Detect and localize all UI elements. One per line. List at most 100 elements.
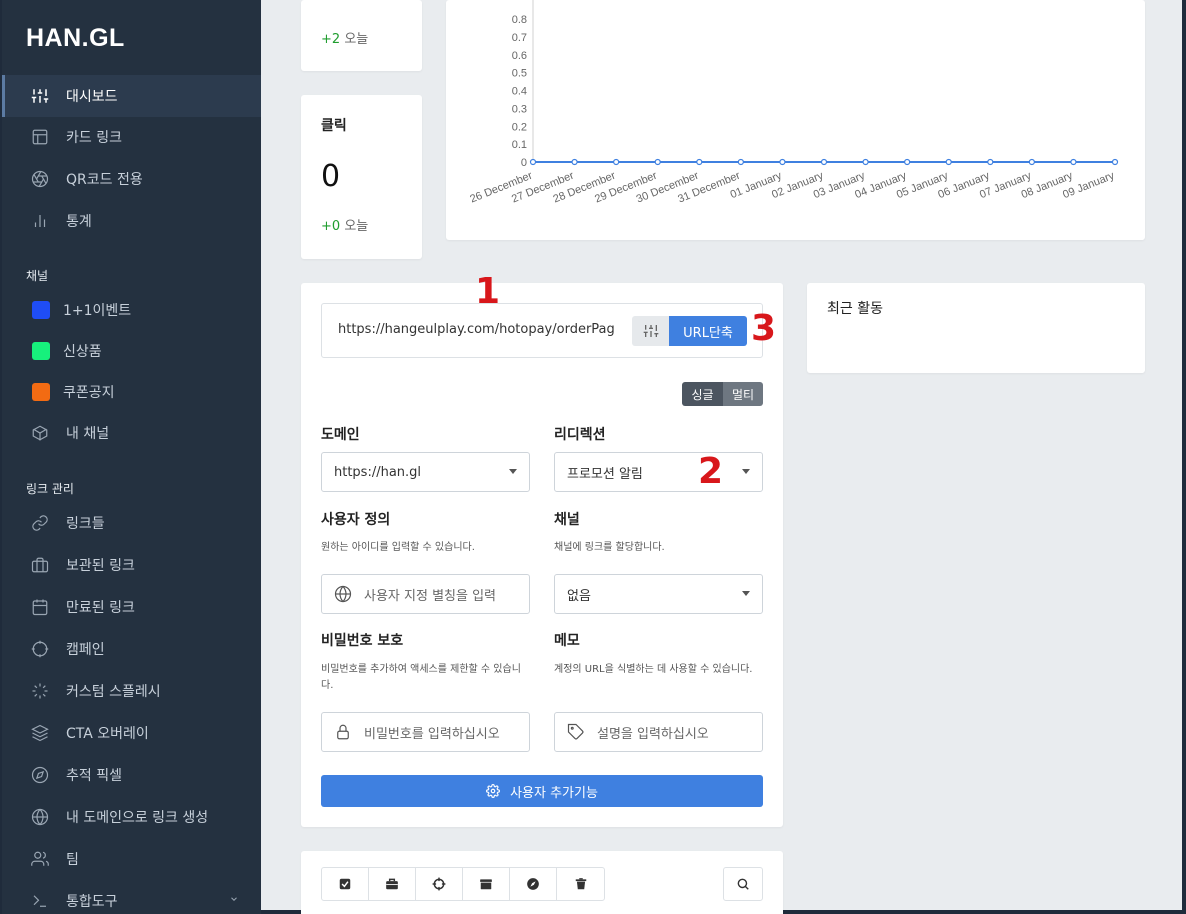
users-icon [30, 849, 50, 869]
data-point [987, 158, 994, 166]
crosshair-icon [30, 639, 50, 659]
toggle-single[interactable]: 싱글 [682, 382, 723, 406]
archive-button[interactable] [369, 868, 416, 900]
sidebar-item-team[interactable]: 팀 [2, 838, 261, 880]
sidebar-item-integrations[interactable]: 통합도구 [2, 880, 261, 914]
domain-select[interactable]: https://han.gl [321, 452, 530, 492]
campaign-button[interactable] [416, 868, 463, 900]
cube-icon [30, 423, 50, 443]
sidebar-channel-event[interactable]: 1+1이벤트 [2, 289, 261, 331]
search-icon [737, 878, 749, 890]
sidebar-item-archived[interactable]: 보관된 링크 [2, 544, 261, 586]
sliders-icon [643, 325, 658, 337]
toggle-multi[interactable]: 멀티 [723, 382, 763, 406]
recent-activity-title: 최근 활동 [827, 301, 883, 317]
channel-color-swatch [32, 383, 50, 401]
tag-icon [567, 723, 585, 741]
annotation-number: 3 [751, 308, 777, 349]
sidebar-item-splash[interactable]: 커스텀 스플레시 [2, 670, 261, 712]
sidebar-item-label: 카드 링크 [66, 130, 122, 146]
pixel-button[interactable] [510, 868, 557, 900]
alias-desc: 원하는 아이디를 입력할 수 있습니다. [321, 542, 475, 553]
memo-input[interactable]: 설명을 입력하십시오 [554, 712, 763, 752]
trash-icon [575, 878, 586, 890]
memo-label: 메모 [554, 633, 580, 649]
advanced-options-button[interactable]: 사용자 추가기능 [321, 775, 763, 807]
section-title-channels: 채널 [26, 269, 49, 283]
bar-chart-icon [30, 211, 50, 231]
options-button[interactable] [632, 316, 669, 346]
password-desc: 비밀번호를 추가하여 액세스를 제한할 수 있습니다. [321, 664, 521, 691]
sidebar-item-dashboard[interactable]: 대시보드 [2, 75, 261, 117]
sidebar-item-links[interactable]: 링크들 [2, 502, 261, 544]
select-all-button[interactable] [322, 868, 369, 900]
gear-icon [486, 784, 501, 798]
y-tick-label: 0.3 [512, 103, 527, 115]
advanced-options-label: 사용자 추가기능 [510, 785, 598, 801]
sidebar-item-label: 통계 [66, 214, 92, 230]
shorten-url-button[interactable]: URL단축 [669, 316, 747, 346]
today-label: 오늘 [344, 219, 369, 234]
url-input[interactable]: https://hangeulplay.com/hotopay/orderPag [338, 322, 620, 337]
lock-icon [334, 723, 352, 741]
data-point [945, 158, 952, 166]
y-tick-label: 0.8 [512, 14, 527, 26]
logo[interactable]: HAN.GL [26, 24, 125, 53]
sidebar-item-label: 추적 픽셀 [66, 768, 122, 784]
channel-select[interactable]: 없음 [554, 574, 763, 614]
sidebar-item-card-link[interactable]: 카드 링크 [2, 116, 261, 158]
bulk-actions-toolbar [321, 867, 605, 901]
stat-card-top: +2 오늘 [301, 0, 422, 71]
channel-button[interactable] [463, 868, 510, 900]
channel-desc: 채널에 링크를 할당합니다. [554, 542, 665, 553]
sidebar-item-pixel[interactable]: 추적 픽셀 [2, 754, 261, 796]
sidebar-item-campaign[interactable]: 캠페인 [2, 628, 261, 670]
data-point [654, 158, 661, 166]
redirect-label: 리디렉션 [554, 427, 606, 443]
sidebar-item-my-channels[interactable]: 내 채널 [2, 412, 261, 454]
today-change: +2 오늘 [321, 28, 368, 47]
y-tick-label: 0.1 [512, 139, 527, 151]
sidebar-item-label: 팀 [66, 852, 79, 868]
layout-icon [30, 127, 50, 147]
annotation-number: 2 [698, 451, 724, 492]
domain-value: https://han.gl [334, 464, 422, 480]
annotation-number: 1 [475, 271, 501, 312]
clicks-value: 0 [321, 159, 341, 194]
data-point [737, 158, 744, 166]
data-point [696, 158, 703, 166]
main-content: +2 오늘 클릭 0 +0 오늘 0.8 0.7 0.6 0.5 0.4 0.3 0.2 0.… [261, 0, 1182, 914]
sidebar-item-label: 쿠폰공지 [63, 385, 115, 401]
data-point [1111, 158, 1119, 166]
today-delta: +2 [321, 32, 341, 47]
password-placeholder: 비밀번호를 입력하십시오 [364, 726, 500, 742]
channel-value: 없음 [567, 588, 591, 604]
search-button[interactable] [723, 867, 763, 901]
today-label: 오늘 [344, 32, 369, 47]
sidebar-item-cta[interactable]: CTA 오버레이 [2, 712, 261, 754]
data-point [862, 158, 869, 166]
redirect-value: 프로모션 알림 [567, 466, 643, 482]
sidebar-item-label: 통합도구 [66, 894, 118, 910]
briefcase-icon [386, 878, 398, 890]
sliders-icon [30, 86, 50, 106]
sidebar-item-stats[interactable]: 통계 [2, 200, 261, 242]
delete-button[interactable] [557, 868, 604, 900]
y-tick-label: 0.2 [512, 121, 527, 133]
sidebar-channel-coupon[interactable]: 쿠폰공지 [2, 371, 261, 413]
sidebar-item-expired[interactable]: 만료된 링크 [2, 586, 261, 628]
globe-icon [30, 807, 50, 827]
sidebar-item-qr[interactable]: QR코드 전용 [2, 158, 261, 200]
sidebar-channel-new-product[interactable]: 신상품 [2, 330, 261, 372]
loader-icon [30, 681, 50, 701]
today-change: +0 오늘 [321, 215, 368, 234]
password-input[interactable]: 비밀번호를 입력하십시오 [321, 712, 530, 752]
alias-input[interactable]: 사용자 지정 별칭을 입력 [321, 574, 530, 614]
sidebar-item-label: 대시보드 [66, 89, 118, 105]
sidebar-item-custom-domain[interactable]: 내 도메인으로 링크 생성 [2, 796, 261, 838]
redirect-select[interactable]: 프로모션 알림 [554, 452, 763, 492]
y-tick-label: 0.4 [512, 86, 527, 98]
alias-placeholder: 사용자 지정 별칭을 입력 [364, 588, 496, 604]
aperture-icon [30, 169, 50, 189]
sidebar-item-label: 보관된 링크 [66, 558, 135, 574]
